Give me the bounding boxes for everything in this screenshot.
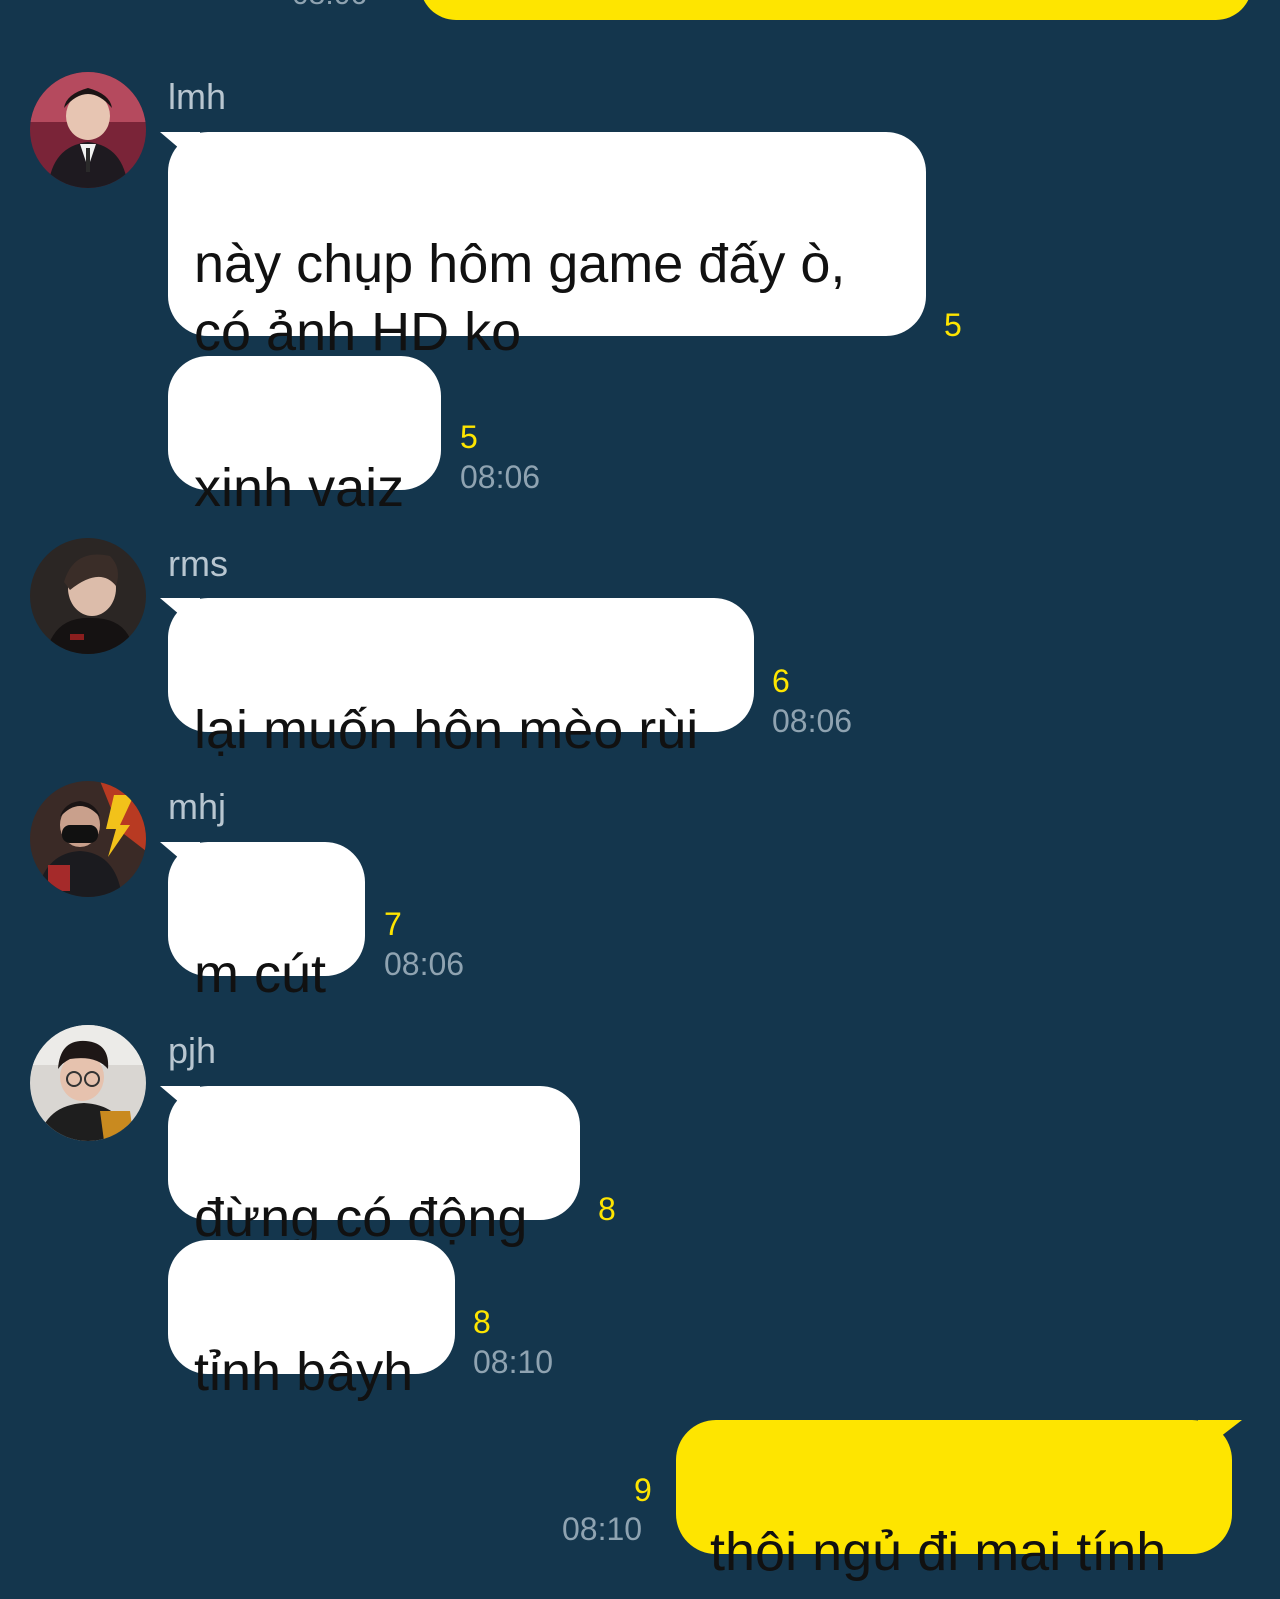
message-text: lại muốn hôn mèo rùi [194, 700, 699, 760]
avatar[interactable] [30, 781, 146, 897]
message-text: tỉnh bâyh [194, 1342, 414, 1402]
message-time: 08:06 [460, 459, 541, 495]
message-bubble[interactable]: m cút [168, 842, 365, 1004]
message-time: 08:06 [384, 946, 465, 982]
avatar[interactable] [30, 538, 146, 654]
message-time: 08:10 [562, 1511, 643, 1547]
message-text: đừng có động [194, 1188, 528, 1248]
avatar-photo-icon [30, 781, 146, 897]
avatar[interactable] [30, 1025, 146, 1141]
unread-count: 9 [634, 1472, 652, 1508]
message-bubble[interactable]: lại muốn hôn mèo rùi [168, 598, 754, 760]
avatar-photo-icon [30, 72, 146, 188]
message-bubble[interactable]: đừng có động [168, 1086, 580, 1248]
unread-count: 5 [944, 307, 962, 343]
message-text: m cút [194, 944, 327, 1004]
unread-count: 8 [473, 1304, 491, 1340]
message-time: 08:06 [772, 703, 853, 739]
sender-name: rms [168, 543, 228, 584]
message-bubble[interactable]: này chụp hôm game đấy ò, có ảnh HD ko [168, 132, 926, 362]
outgoing-message-bubble[interactable]: thôi ngủ đi mai tính [676, 1420, 1232, 1582]
sender-name: pjh [168, 1030, 217, 1071]
outgoing-bubble-partial[interactable] [420, 0, 1252, 20]
message-time: 08:10 [473, 1344, 554, 1380]
message-bubble[interactable]: xinh vaiz [168, 356, 441, 518]
sender-name: lmh [168, 76, 227, 117]
unread-count: 5 [460, 419, 478, 455]
unread-count: 7 [384, 906, 402, 942]
message-text: thôi ngủ đi mai tính [710, 1522, 1167, 1582]
message-text: xinh vaiz [194, 458, 405, 518]
avatar[interactable] [30, 72, 146, 188]
message-time: 08:06 [292, 0, 367, 12]
sender-name: mhj [168, 786, 227, 827]
message-text: này chụp hôm game đấy ò, có ảnh HD ko [194, 234, 846, 362]
unread-count: 8 [598, 1191, 616, 1227]
unread-count: 6 [772, 663, 790, 699]
message-bubble[interactable]: tỉnh bâyh [168, 1240, 455, 1402]
avatar-photo-icon [30, 538, 146, 654]
avatar-photo-icon [30, 1025, 146, 1141]
